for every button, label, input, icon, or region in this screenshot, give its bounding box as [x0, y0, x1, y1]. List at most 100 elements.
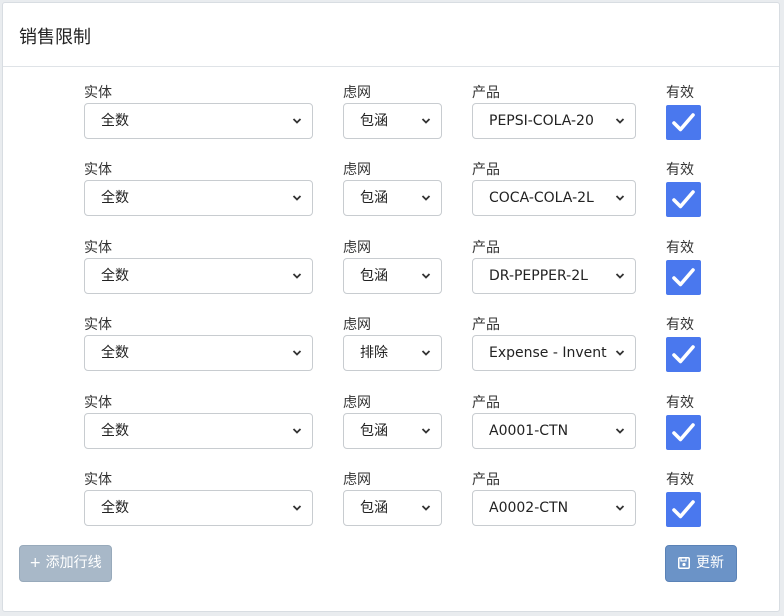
- chevron-down-icon: [292, 427, 302, 434]
- filter-select[interactable]: 排除: [343, 335, 442, 372]
- restriction-row: 实体 全数 虑网 包涵 产品 A0002-CTN 有效: [3, 471, 779, 535]
- entity-select-value: 全数: [101, 500, 129, 516]
- restriction-row: 实体 全数 虑网 排除 产品 Expense - Inventory 有效: [3, 316, 779, 380]
- product-select[interactable]: PEPSI-COLA-20: [472, 103, 636, 139]
- filter-select[interactable]: 包涵: [343, 103, 442, 139]
- filter-label: 虑网: [343, 472, 371, 488]
- chevron-down-icon: [421, 350, 431, 356]
- card-title: 销售限制: [19, 27, 91, 48]
- checkmark-icon: [672, 422, 695, 441]
- filter-select[interactable]: 包涵: [343, 180, 442, 217]
- product-select-value: PEPSI-COLA-20: [489, 113, 594, 129]
- restriction-row: 实体 全数 虑网 包涵 产品 DR-PEPPER-2L 有效: [3, 239, 779, 303]
- chevron-down-icon: [292, 505, 302, 511]
- entity-select-value: 全数: [101, 113, 129, 129]
- filter-label: 虑网: [343, 394, 371, 411]
- valid-label: 有效: [666, 394, 694, 411]
- chevron-down-icon: [421, 118, 431, 124]
- sales-restrictions-card: 销售限制 实体 全数 虑网 包涵 产品 PEPSI-COLA-20 有效 实体 …: [2, 2, 780, 612]
- chevron-down-icon: [421, 195, 431, 202]
- product-select-value: COCA-COLA-2L: [489, 190, 594, 207]
- product-label: 产品: [472, 85, 500, 101]
- product-select[interactable]: A0002-CTN: [472, 490, 636, 526]
- valid-label: 有效: [666, 472, 694, 488]
- product-select[interactable]: A0001-CTN: [472, 412, 636, 449]
- product-select-value: Expense - Inventory: [489, 345, 607, 362]
- filter-select-value: 包涵: [360, 500, 388, 516]
- filter-select[interactable]: 包涵: [343, 490, 442, 526]
- checkmark-icon: [672, 267, 695, 287]
- chevron-down-icon: [615, 505, 625, 511]
- valid-label: 有效: [666, 162, 694, 179]
- entity-select[interactable]: 全数: [84, 257, 313, 294]
- filter-select-value: 包涵: [360, 190, 388, 207]
- chevron-down-icon: [292, 195, 302, 202]
- entity-label: 实体: [84, 239, 112, 256]
- product-select[interactable]: Expense - Inventory: [472, 335, 636, 372]
- valid-checkbox[interactable]: [666, 414, 701, 450]
- filter-label: 虑网: [343, 162, 371, 179]
- chevron-down-icon: [421, 273, 431, 279]
- checkmark-icon: [672, 345, 695, 364]
- valid-checkbox[interactable]: [666, 105, 701, 140]
- add-row-button[interactable]: + 添加行线: [19, 545, 112, 582]
- filter-select-value: 包涵: [360, 267, 388, 284]
- product-select-value: DR-PEPPER-2L: [489, 267, 588, 284]
- entity-select[interactable]: 全数: [84, 180, 313, 217]
- valid-checkbox[interactable]: [666, 492, 701, 527]
- chevron-down-icon: [615, 118, 625, 124]
- entity-select-value: 全数: [101, 190, 129, 207]
- entity-select-value: 全数: [101, 267, 129, 284]
- valid-checkbox[interactable]: [666, 182, 701, 218]
- valid-label: 有效: [666, 317, 694, 334]
- checkmark-icon: [672, 500, 695, 519]
- checkmark-icon: [672, 113, 695, 132]
- chevron-down-icon: [421, 427, 431, 434]
- entity-label: 实体: [84, 162, 112, 179]
- entity-select[interactable]: 全数: [84, 335, 313, 372]
- filter-label: 虑网: [343, 85, 371, 101]
- update-button-label: 更新: [696, 555, 724, 571]
- restriction-row: 实体 全数 虑网 包涵 产品 PEPSI-COLA-20 有效: [3, 84, 779, 148]
- filter-select-value: 包涵: [360, 113, 388, 129]
- product-select[interactable]: DR-PEPPER-2L: [472, 257, 636, 294]
- entity-select-value: 全数: [101, 422, 129, 439]
- product-select[interactable]: COCA-COLA-2L: [472, 180, 636, 217]
- entity-label: 实体: [84, 394, 112, 411]
- valid-label: 有效: [666, 239, 694, 256]
- entity-select[interactable]: 全数: [84, 490, 313, 526]
- chevron-down-icon: [292, 118, 302, 124]
- filter-select[interactable]: 包涵: [343, 257, 442, 294]
- product-label: 产品: [472, 394, 500, 411]
- valid-checkbox[interactable]: [666, 337, 701, 373]
- product-select-value: A0002-CTN: [489, 500, 569, 516]
- restriction-row: 实体 全数 虑网 包涵 产品 A0001-CTN 有效: [3, 394, 779, 458]
- entity-select[interactable]: 全数: [84, 412, 313, 449]
- entity-select-value: 全数: [101, 345, 129, 362]
- chevron-down-icon: [292, 273, 302, 279]
- chevron-down-icon: [421, 505, 431, 511]
- chevron-down-icon: [615, 350, 625, 356]
- product-label: 产品: [472, 162, 500, 179]
- entity-label: 实体: [84, 317, 112, 334]
- chevron-down-icon: [615, 195, 625, 202]
- chevron-down-icon: [292, 350, 302, 356]
- product-select-value: A0001-CTN: [489, 422, 569, 439]
- restriction-row: 实体 全数 虑网 包涵 产品 COCA-COLA-2L 有效: [3, 161, 779, 225]
- filter-select[interactable]: 包涵: [343, 412, 442, 449]
- chevron-down-icon: [615, 273, 625, 279]
- valid-checkbox[interactable]: [666, 259, 701, 295]
- chevron-down-icon: [615, 427, 625, 434]
- entity-select[interactable]: 全数: [84, 103, 313, 139]
- checkmark-icon: [672, 190, 695, 209]
- product-label: 产品: [472, 239, 500, 256]
- entity-label: 实体: [84, 85, 112, 101]
- filter-label: 虑网: [343, 317, 371, 334]
- entity-label: 实体: [84, 472, 112, 488]
- update-button[interactable]: 更新: [665, 545, 737, 582]
- valid-label: 有效: [666, 85, 694, 101]
- product-label: 产品: [472, 472, 500, 488]
- product-label: 产品: [472, 317, 500, 334]
- filter-select-value: 排除: [360, 345, 388, 362]
- filter-select-value: 包涵: [360, 422, 388, 439]
